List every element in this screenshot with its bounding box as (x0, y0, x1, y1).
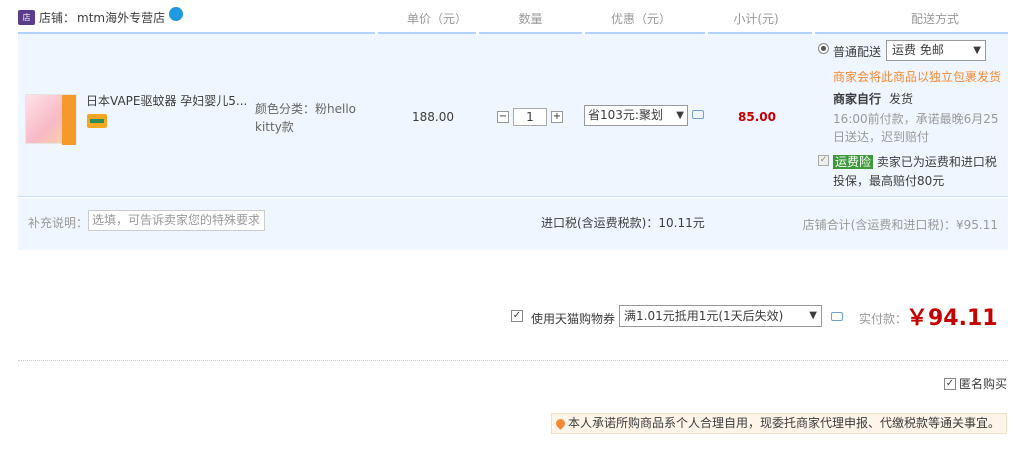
shipping-mode-radio[interactable] (818, 43, 829, 54)
payment-amount: ￥94.11 (906, 306, 998, 331)
column-header-shipping: 配送方式 (910, 12, 959, 26)
shop-name-link[interactable]: mtm海外专营店 (77, 9, 165, 26)
coupon-checkbox[interactable]: ✓ (511, 310, 523, 322)
cart-header-row: 店 店铺： mtm海外专营店 单价（元） 数量 优惠（元） 小计(元) 配送方式 (18, 0, 1008, 34)
product-thumbnail[interactable] (25, 94, 77, 145)
shipping-note: 商家会将此商品以独立包裹发货 (833, 70, 1002, 84)
cart-item-row: 日本VAPE驱蚊器 孕妇婴儿5... 颜色分类：粉hello kitty款 18… (18, 34, 1008, 197)
item-subtotal: 85.00 (738, 110, 776, 124)
chevron-down-icon: ▼ (973, 45, 981, 56)
shop-label: 店铺： (39, 11, 76, 25)
quantity-increase-button[interactable]: + (551, 111, 563, 123)
column-header-subtotal: 小计(元) (733, 12, 779, 26)
product-sku: 颜色分类：粉hello kitty款 (255, 102, 356, 134)
chevron-down-icon: ▼ (676, 110, 684, 121)
chevron-down-icon: ▼ (809, 310, 817, 321)
location-pin-icon (554, 417, 567, 430)
coupon-info-icon[interactable] (831, 312, 843, 321)
memo-label: 补充说明： (28, 216, 89, 230)
discount-info-icon[interactable] (692, 110, 704, 119)
credit-card-icon (87, 114, 107, 128)
shop-total: 店铺合计(含运费和进口税)：¥95.11 (802, 218, 998, 232)
memo-input[interactable]: 选填，可告诉卖家您的特殊要求 (88, 210, 265, 231)
coupon-row: ✓ 使用天猫购物券 满1.01元抵用1元(1天后失效) ▼ 实付款： ￥94.1… (0, 300, 1020, 332)
insurance-checkbox: ✓ (818, 155, 829, 166)
import-tax: 进口税(含运费税款)：10.11元 (541, 216, 705, 230)
shop-info: 店 店铺： mtm海外专营店 (18, 6, 184, 26)
section-divider (18, 360, 1008, 361)
discount-select-value: 省103元:聚划 (588, 108, 663, 122)
product-title-link[interactable]: 日本VAPE驱蚊器 孕妇婴儿5... (86, 92, 246, 109)
coupon-select[interactable]: 满1.01元抵用1元(1天后失效) ▼ (619, 305, 822, 327)
quantity-stepper: − 1 + (497, 108, 563, 126)
unit-price: 188.00 (412, 110, 454, 124)
anonymous-purchase[interactable]: ✓ 匿名购买 (944, 375, 1007, 392)
shipping-provider-name: 商家自行 (833, 92, 882, 106)
shipping-mode-label: 普通配送 (833, 45, 882, 59)
column-header-unit-price: 单价（元） (406, 12, 467, 26)
quantity-input[interactable]: 1 (513, 108, 547, 126)
insurance-info: 运费险 卖家已为运费和进口税投保，最高赔付80元 (833, 153, 1008, 191)
quantity-decrease-button[interactable]: − (497, 111, 509, 123)
order-memo-row: 补充说明： 选填，可告诉卖家您的特殊要求 进口税(含运费税款)：10.11元 店… (18, 198, 1008, 250)
anonymous-checkbox[interactable]: ✓ (944, 377, 956, 390)
coupon-select-value: 满1.01元抵用1元(1天后失效) (624, 309, 784, 323)
column-header-discount: 优惠（元） (610, 12, 671, 26)
discount-select[interactable]: 省103元:聚划 ▼ (584, 105, 688, 126)
shipping-time-promise: 16:00前付款，承诺最晚6月25日送达，迟到赔付 (833, 112, 999, 144)
shipping-fee-value: 运费 免邮 (892, 43, 944, 57)
wangwang-chat-icon[interactable] (169, 6, 184, 21)
payment-label: 实付款： (859, 312, 908, 326)
customs-notice: 本人承诺所购商品系个人合理自用，现委托商家代理申报、代缴税款等通关事宜。 (551, 413, 1007, 434)
column-header-quantity: 数量 (518, 12, 543, 26)
shipping-provider: 商家自行 发货 (833, 90, 913, 107)
insurance-badge[interactable]: 运费险 (833, 155, 874, 169)
customs-notice-text: 本人承诺所购商品系个人合理自用，现委托商家代理申报、代缴税款等通关事宜。 (568, 416, 1001, 430)
shipping-provider-action: 发货 (889, 92, 914, 106)
shipping-fee-select[interactable]: 运费 免邮 ▼ (886, 40, 986, 61)
shop-icon: 店 (18, 10, 35, 25)
anonymous-label: 匿名购买 (959, 377, 1008, 391)
coupon-label: 使用天猫购物券 (531, 312, 616, 326)
